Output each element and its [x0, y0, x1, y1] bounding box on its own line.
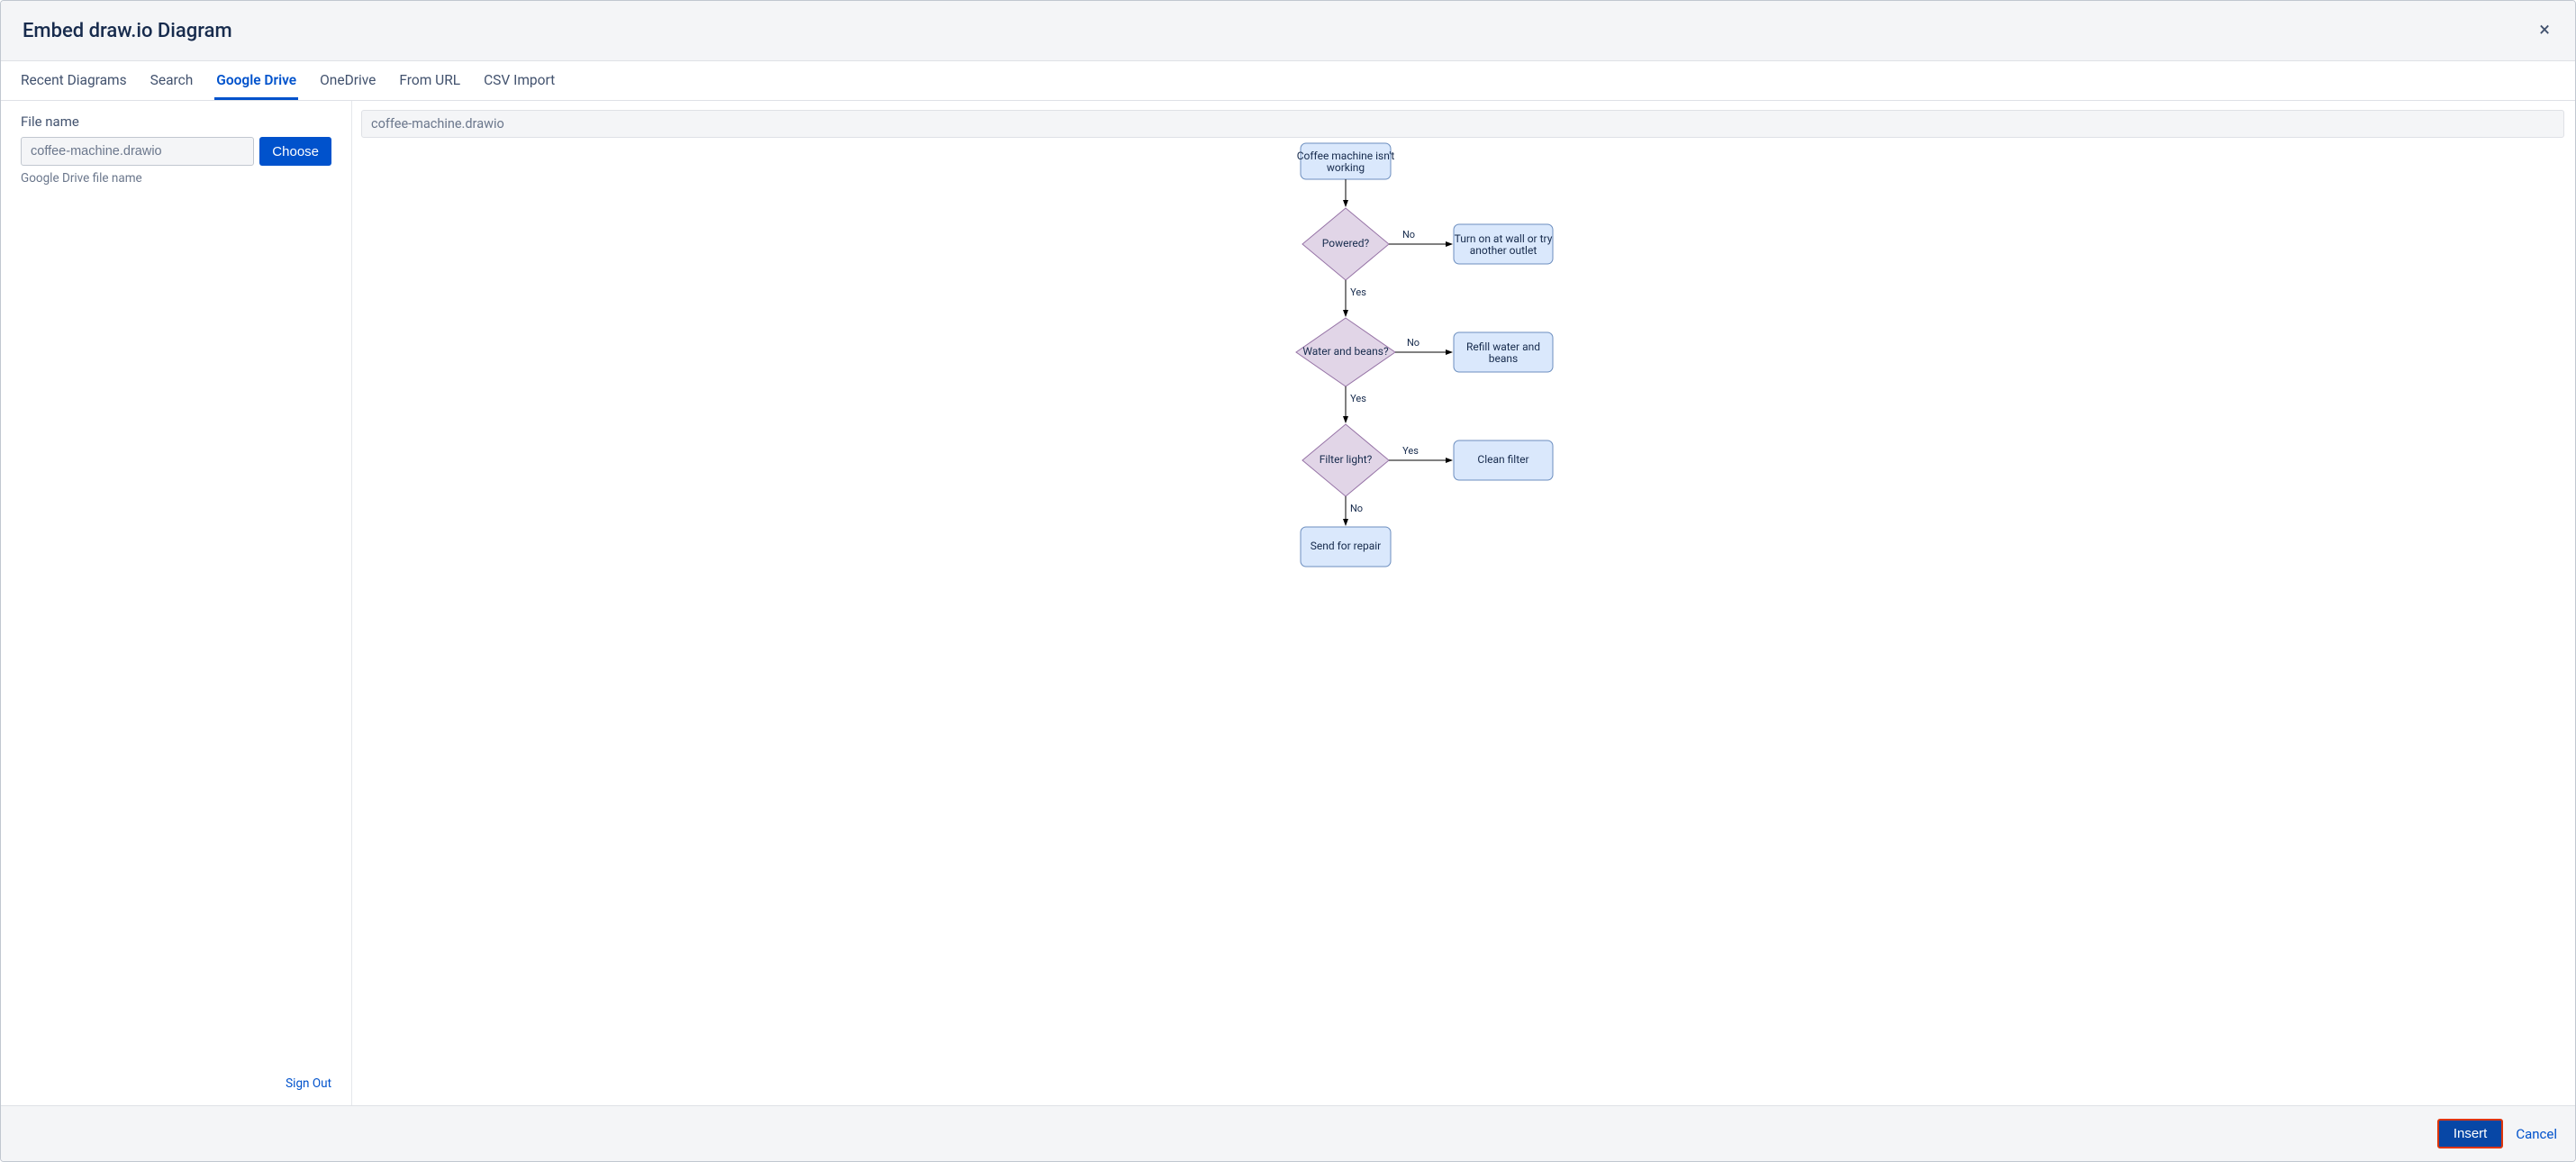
insert-button[interactable]: Insert [2437, 1119, 2504, 1148]
tab-csv-import[interactable]: CSV Import [482, 61, 557, 100]
choose-button[interactable]: Choose [259, 137, 331, 166]
filter-no-label: No [1350, 503, 1363, 514]
helper-text: Google Drive file name [21, 171, 331, 186]
dialog-title: Embed draw.io Diagram [23, 20, 232, 42]
preview-pane: coffee-machine.drawio Coffee machine isn… [352, 101, 2575, 1105]
repair-label: Send for repair [1311, 540, 1382, 552]
tab-recent-diagrams[interactable]: Recent Diagrams [19, 61, 129, 100]
tab-onedrive[interactable]: OneDrive [318, 61, 377, 100]
tab-from-url[interactable]: From URL [397, 61, 462, 100]
refill-line2: beans [1489, 352, 1518, 365]
cancel-link[interactable]: Cancel [2516, 1126, 2557, 1142]
sign-out-link[interactable]: Sign Out [21, 1076, 331, 1096]
filter-yes-label: Yes [1402, 445, 1419, 457]
file-row: Choose [21, 137, 331, 166]
tabs-bar: Recent Diagrams Search Google Drive OneD… [1, 61, 2575, 101]
sidebar-spacer [21, 186, 331, 1076]
tab-google-drive[interactable]: Google Drive [214, 61, 298, 100]
dialog-body: File name Choose Google Drive file name … [1, 101, 2575, 1105]
embed-dialog: Embed draw.io Diagram × Recent Diagrams … [0, 0, 2576, 1162]
powered-yes-label: Yes [1350, 286, 1366, 298]
preview-filename: coffee-machine.drawio [361, 110, 2564, 138]
turn-on-line2: another outlet [1470, 244, 1537, 257]
refill-line1: Refill water and [1466, 340, 1540, 353]
powered-no-label: No [1402, 229, 1415, 241]
close-icon[interactable]: × [2535, 17, 2553, 44]
filter-label: Filter light? [1320, 453, 1373, 466]
clean-filter-label: Clean filter [1477, 453, 1528, 466]
flowchart-diagram: Coffee machine isn't working Powered? No… [1274, 138, 1652, 588]
water-no-label: No [1407, 337, 1420, 349]
powered-label: Powered? [1322, 237, 1370, 250]
dialog-footer: Insert Cancel [1, 1105, 2575, 1161]
preview-canvas: Coffee machine isn't working Powered? No… [361, 138, 2564, 1105]
start-text-line2: working [1327, 161, 1365, 174]
file-name-input[interactable] [21, 137, 254, 166]
start-text-line1: Coffee machine isn't [1297, 150, 1395, 162]
water-yes-label: Yes [1350, 393, 1366, 404]
tab-search[interactable]: Search [149, 61, 195, 100]
sidebar: File name Choose Google Drive file name … [1, 101, 352, 1105]
turn-on-line1: Turn on at wall or try [1455, 232, 1553, 245]
file-name-label: File name [21, 113, 331, 130]
dialog-header: Embed draw.io Diagram × [1, 1, 2575, 61]
water-label: Water and beans? [1302, 345, 1389, 358]
